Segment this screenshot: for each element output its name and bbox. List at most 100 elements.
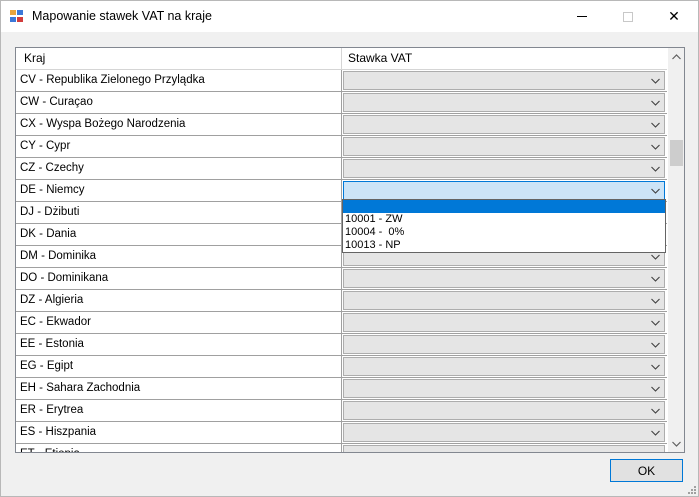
dropdown-arrow-button[interactable] xyxy=(647,446,664,454)
vat-rate-combobox[interactable] xyxy=(343,137,665,156)
chevron-down-icon xyxy=(651,320,660,326)
close-icon: ✕ xyxy=(668,8,680,24)
table-row[interactable]: ES - Hiszpania xyxy=(16,422,667,444)
chevron-up-icon xyxy=(672,53,681,59)
column-header-kraj[interactable]: Kraj xyxy=(16,48,342,69)
chevron-down-icon xyxy=(651,144,660,150)
table-row[interactable]: ET - Etiopia xyxy=(16,444,667,454)
country-cell[interactable]: DJ - Dżibuti xyxy=(16,202,342,223)
dropdown-arrow-button[interactable] xyxy=(647,292,664,309)
dropdown-arrow-button[interactable] xyxy=(647,160,664,177)
table-row[interactable]: CX - Wyspa Bożego Narodzenia xyxy=(16,114,667,136)
vat-rate-combobox[interactable] xyxy=(343,291,665,310)
country-cell[interactable]: CX - Wyspa Bożego Narodzenia xyxy=(16,114,342,135)
vat-rate-combobox[interactable] xyxy=(343,313,665,332)
vat-rate-dropdown-list[interactable]: 10001 - ZW 10004 - 0% 10013 - NP xyxy=(342,199,666,253)
minimize-button[interactable] xyxy=(559,1,605,32)
dropdown-arrow-button[interactable] xyxy=(647,72,664,89)
vat-rate-combobox[interactable] xyxy=(343,445,665,454)
country-cell[interactable]: DM - Dominika xyxy=(16,246,342,267)
dropdown-arrow-button[interactable] xyxy=(647,336,664,353)
dropdown-arrow-button[interactable] xyxy=(647,402,664,419)
chevron-down-icon xyxy=(672,441,681,447)
dropdown-arrow-button[interactable] xyxy=(647,138,664,155)
chevron-down-icon xyxy=(651,188,660,194)
table-row[interactable]: CY - Cypr xyxy=(16,136,667,158)
vat-rate-combobox[interactable] xyxy=(343,181,665,200)
dropdown-arrow-button[interactable] xyxy=(647,358,664,375)
vat-rate-combobox[interactable] xyxy=(343,357,665,376)
vat-rate-combobox[interactable] xyxy=(343,335,665,354)
country-cell[interactable]: EE - Estonia xyxy=(16,334,342,355)
country-cell[interactable]: DZ - Algieria xyxy=(16,290,342,311)
vat-rate-combobox[interactable] xyxy=(343,423,665,442)
country-cell[interactable]: CV - Republika Zielonego Przylądka xyxy=(16,70,342,91)
dropdown-arrow-button[interactable] xyxy=(647,380,664,397)
country-cell[interactable]: ES - Hiszpania xyxy=(16,422,342,443)
table-row[interactable]: CV - Republika Zielonego Przylądka xyxy=(16,70,667,92)
vat-rate-combobox[interactable] xyxy=(343,93,665,112)
scroll-thumb[interactable] xyxy=(670,140,683,166)
vat-rate-combobox[interactable] xyxy=(343,379,665,398)
table-row[interactable]: EG - Egipt xyxy=(16,356,667,378)
country-cell[interactable]: CZ - Czechy xyxy=(16,158,342,179)
dropdown-arrow-button[interactable] xyxy=(647,270,664,287)
chevron-down-icon xyxy=(651,386,660,392)
country-cell[interactable]: CY - Cypr xyxy=(16,136,342,157)
column-header-stawka-vat[interactable]: Stawka VAT xyxy=(342,48,667,69)
country-cell[interactable]: ET - Etiopia xyxy=(16,444,342,452)
maximize-button xyxy=(605,1,651,32)
dropdown-option[interactable]: 10013 - NP xyxy=(343,239,665,252)
dropdown-arrow-button[interactable] xyxy=(647,182,664,199)
table-row[interactable]: DO - Dominikana xyxy=(16,268,667,290)
dropdown-arrow-button[interactable] xyxy=(647,116,664,133)
country-cell[interactable]: DO - Dominikana xyxy=(16,268,342,289)
dropdown-arrow-button[interactable] xyxy=(647,314,664,331)
chevron-down-icon xyxy=(651,166,660,172)
chevron-down-icon xyxy=(651,408,660,414)
table-row[interactable]: EH - Sahara Zachodnia xyxy=(16,378,667,400)
vertical-scrollbar[interactable] xyxy=(668,48,684,452)
dropdown-option[interactable]: 10001 - ZW xyxy=(343,213,665,226)
dropdown-option[interactable]: 10004 - 0% xyxy=(343,226,665,239)
title-bar[interactable]: Mapowanie stawek VAT na kraje ✕ xyxy=(1,1,698,32)
dropdown-arrow-button[interactable] xyxy=(647,94,664,111)
table-row[interactable]: EE - Estonia xyxy=(16,334,667,356)
chevron-down-icon xyxy=(651,276,660,282)
table-row[interactable]: EC - Ekwador xyxy=(16,312,667,334)
chevron-down-icon xyxy=(651,78,660,84)
chevron-down-icon xyxy=(651,430,660,436)
scroll-up-button[interactable] xyxy=(668,48,684,65)
scroll-down-button[interactable] xyxy=(668,435,684,452)
chevron-down-icon xyxy=(651,364,660,370)
table-row[interactable]: ER - Erytrea xyxy=(16,400,667,422)
table-row[interactable]: CW - Curaçao xyxy=(16,92,667,114)
vat-rate-combobox[interactable] xyxy=(343,71,665,90)
dropdown-option[interactable] xyxy=(343,200,665,213)
app-icon xyxy=(10,10,24,23)
country-cell[interactable]: EH - Sahara Zachodnia xyxy=(16,378,342,399)
dropdown-arrow-button[interactable] xyxy=(647,424,664,441)
country-cell[interactable]: DK - Dania xyxy=(16,224,342,245)
maximize-icon xyxy=(623,11,633,22)
vat-rate-combobox[interactable] xyxy=(343,159,665,178)
close-button[interactable]: ✕ xyxy=(651,1,697,32)
ok-button[interactable]: OK xyxy=(610,459,683,482)
table-row[interactable]: CZ - Czechy xyxy=(16,158,667,180)
vat-rate-combobox[interactable] xyxy=(343,401,665,420)
resize-grip-icon[interactable] xyxy=(685,483,697,495)
country-cell[interactable]: ER - Erytrea xyxy=(16,400,342,421)
chevron-down-icon xyxy=(651,122,660,128)
window-title: Mapowanie stawek VAT na kraje xyxy=(32,9,212,23)
vat-rate-combobox[interactable] xyxy=(343,269,665,288)
dialog-window: Mapowanie stawek VAT na kraje ✕ Kraj Sta… xyxy=(0,0,699,497)
country-cell[interactable]: EC - Ekwador xyxy=(16,312,342,333)
country-cell[interactable]: CW - Curaçao xyxy=(16,92,342,113)
vat-rate-combobox[interactable] xyxy=(343,115,665,134)
country-cell[interactable]: EG - Egipt xyxy=(16,356,342,377)
minimize-icon xyxy=(577,16,587,17)
country-cell[interactable]: DE - Niemcy xyxy=(16,180,342,201)
chevron-down-icon xyxy=(651,452,660,454)
chevron-down-icon xyxy=(651,298,660,304)
table-row[interactable]: DZ - Algieria xyxy=(16,290,667,312)
